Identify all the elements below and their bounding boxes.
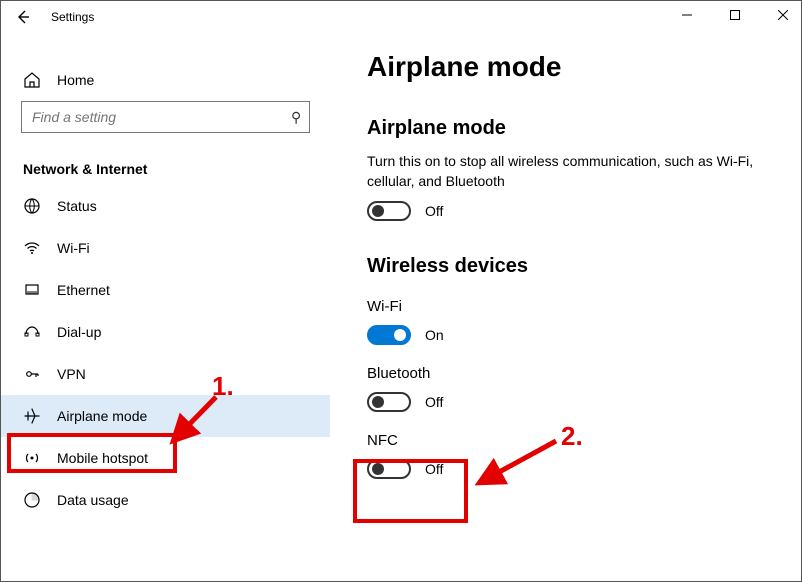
close-button[interactable]: [769, 3, 797, 27]
sidebar-item-label: Ethernet: [57, 282, 110, 298]
search-icon: ⚲: [291, 109, 301, 126]
sidebar-item-label: Data usage: [57, 492, 129, 508]
wireless-section-header: Wireless devices: [367, 255, 801, 278]
airplane-mode-toggle[interactable]: [367, 201, 411, 221]
wifi-icon: [23, 239, 41, 257]
wifi-toggle[interactable]: [367, 325, 411, 345]
sidebar-item-label: VPN: [57, 366, 86, 382]
sidebar-item-label: Status: [57, 198, 97, 214]
window-title: Settings: [51, 10, 94, 24]
bluetooth-toggle[interactable]: [367, 392, 411, 412]
wifi-state: On: [425, 327, 444, 343]
airplane-section-desc: Turn this on to stop all wireless commun…: [367, 152, 797, 191]
maximize-button[interactable]: [721, 3, 749, 27]
content-pane: Airplane mode Airplane mode Turn this on…: [331, 1, 801, 581]
sidebar-item-status[interactable]: Status: [1, 185, 330, 227]
home-label: Home: [57, 72, 94, 88]
airplane-mode-state: Off: [425, 203, 443, 219]
sidebar-item-label: Wi-Fi: [57, 240, 90, 256]
device-label-nfc: NFC: [367, 432, 801, 449]
sidebar-item-label: Dial-up: [57, 324, 101, 340]
sidebar-pane: Settings Home ⚲ Network & Internet Statu…: [1, 1, 331, 581]
sidebar-nav: Status Wi-Fi Ethernet Dial-up: [1, 185, 330, 521]
sidebar-item-mobile-hotspot[interactable]: Mobile hotspot: [1, 437, 330, 479]
titlebar: Settings: [1, 1, 330, 33]
minimize-button[interactable]: [673, 3, 701, 27]
hotspot-icon: [23, 449, 41, 467]
sidebar-item-label: Mobile hotspot: [57, 450, 148, 466]
device-label-bluetooth: Bluetooth: [367, 365, 801, 382]
sidebar-item-wifi[interactable]: Wi-Fi: [1, 227, 330, 269]
search-input[interactable]: [30, 108, 291, 126]
vpn-icon: [23, 365, 41, 383]
back-button[interactable]: [7, 1, 39, 33]
sidebar-item-ethernet[interactable]: Ethernet: [1, 269, 330, 311]
category-header: Network & Internet: [23, 161, 308, 177]
device-label-wifi: Wi-Fi: [367, 298, 801, 315]
sidebar-item-home[interactable]: Home: [1, 61, 330, 97]
home-icon: [23, 71, 41, 89]
search-box[interactable]: ⚲: [21, 101, 310, 133]
ethernet-icon: [23, 281, 41, 299]
bluetooth-state: Off: [425, 394, 443, 410]
sidebar-item-dialup[interactable]: Dial-up: [1, 311, 330, 353]
sidebar-item-vpn[interactable]: VPN: [1, 353, 330, 395]
sidebar-item-data-usage[interactable]: Data usage: [1, 479, 330, 521]
page-title: Airplane mode: [367, 51, 801, 83]
sidebar-item-airplane-mode[interactable]: Airplane mode: [1, 395, 330, 437]
airplane-section-header: Airplane mode: [367, 117, 801, 140]
globe-icon: [23, 197, 41, 215]
dialup-icon: [23, 323, 41, 341]
nfc-toggle[interactable]: [367, 459, 411, 479]
datausage-icon: [23, 491, 41, 509]
sidebar-item-label: Airplane mode: [57, 408, 147, 424]
airplane-icon: [23, 407, 41, 425]
nfc-state: Off: [425, 461, 443, 477]
